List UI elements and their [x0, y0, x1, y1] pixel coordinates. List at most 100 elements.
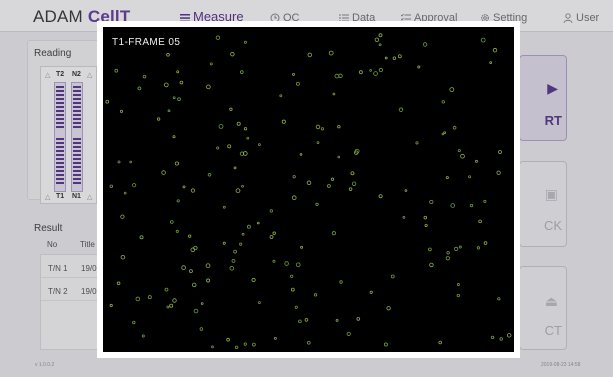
cell-particle — [320, 127, 325, 131]
cell-particle — [291, 195, 297, 201]
cell-particle — [209, 62, 213, 66]
cell-particle — [206, 84, 211, 90]
cell-particle — [429, 262, 434, 268]
cell-particle — [258, 301, 261, 304]
cell-particle — [269, 235, 274, 239]
cell-particle — [348, 187, 353, 191]
cell-particle — [239, 70, 244, 74]
cell-particle — [378, 43, 382, 47]
cell-particle — [181, 265, 186, 270]
cell-particle — [452, 126, 457, 130]
cell-particle — [227, 144, 232, 149]
cell-particle — [476, 246, 480, 250]
cell-particle — [207, 173, 212, 177]
cell-particle — [120, 254, 126, 260]
cell-particle — [147, 295, 152, 300]
cell-particle — [392, 56, 397, 60]
cell-particle — [402, 216, 406, 219]
cell-particle — [205, 263, 211, 269]
cell-particle — [332, 92, 336, 96]
cell-particle — [156, 117, 161, 121]
cell-particle — [137, 86, 142, 91]
cell-particle — [229, 107, 233, 111]
cell-particle — [292, 73, 295, 76]
cell-particle — [246, 136, 250, 140]
cell-particle — [243, 342, 247, 346]
cell-particle — [313, 293, 318, 297]
cell-particle — [200, 302, 204, 305]
cell-particle — [117, 160, 121, 164]
cell-particle — [172, 96, 176, 100]
cell-particle — [188, 234, 192, 238]
cell-particle — [417, 65, 421, 69]
cell-particle — [337, 155, 341, 159]
cell-particle — [404, 189, 408, 192]
cell-particle — [241, 184, 244, 188]
cell-particle — [190, 188, 195, 193]
cell-particle — [351, 181, 357, 186]
cell-particle — [384, 56, 388, 60]
cell-particle — [330, 177, 335, 181]
cell-particle — [241, 232, 245, 236]
cell-particle — [243, 127, 248, 131]
cell-particle — [281, 119, 286, 124]
cell-particle — [457, 149, 461, 153]
cell-particle — [307, 52, 313, 58]
cell-particle — [438, 340, 442, 345]
cell-particle — [453, 246, 459, 252]
cell-particle — [175, 229, 179, 233]
cell-particle — [206, 278, 211, 283]
cell-particle — [331, 231, 336, 236]
cell-particle — [114, 68, 119, 73]
cell-particle — [492, 48, 498, 53]
cell-particle — [169, 303, 174, 308]
cell-particle — [445, 256, 450, 261]
cell-particle — [386, 306, 391, 311]
cell-particle — [166, 305, 170, 309]
cell-particle — [257, 221, 260, 225]
cell-particle — [164, 287, 169, 292]
cell-particle — [226, 337, 230, 342]
cell-particle — [105, 99, 110, 104]
cell-particle — [123, 191, 127, 195]
cell-particle — [284, 261, 289, 266]
cell-particle — [490, 335, 495, 340]
cell-particle — [359, 70, 363, 75]
cell-particle — [335, 318, 339, 322]
cell-particle — [222, 205, 226, 209]
cell-particle — [339, 280, 343, 284]
cell-particle — [469, 203, 474, 208]
cell-particle — [176, 199, 180, 203]
cell-particle — [441, 100, 445, 104]
cell-particle — [222, 241, 226, 245]
cell-particle — [239, 242, 243, 246]
cell-particle — [483, 241, 488, 245]
cell-particle — [429, 199, 434, 205]
cell-particle — [231, 258, 236, 263]
cell-particle — [350, 171, 355, 176]
cell-particle — [328, 50, 334, 56]
cell-particle — [445, 176, 449, 180]
cell-particle — [499, 337, 503, 341]
cell-particle — [397, 54, 402, 59]
cell-particle — [441, 132, 445, 136]
cell-particle — [233, 166, 237, 170]
cell-particle — [304, 318, 309, 322]
cell-particle — [390, 274, 395, 279]
cell-particle — [236, 121, 241, 126]
cell-particle — [315, 124, 321, 130]
cell-particle — [475, 159, 478, 163]
cell-particle — [191, 282, 197, 288]
cell-particle — [177, 97, 181, 102]
cell-particle — [170, 220, 174, 224]
cell-particle — [334, 73, 340, 79]
cell-particle — [306, 180, 312, 186]
cell-particle — [306, 340, 311, 345]
cell-particle — [272, 259, 276, 263]
cell-particle — [172, 298, 177, 303]
cell-particle — [383, 342, 388, 347]
cell-particle — [163, 82, 169, 88]
cell-particle — [132, 183, 137, 188]
cell-particle — [506, 333, 512, 338]
cell-particle — [176, 70, 180, 74]
